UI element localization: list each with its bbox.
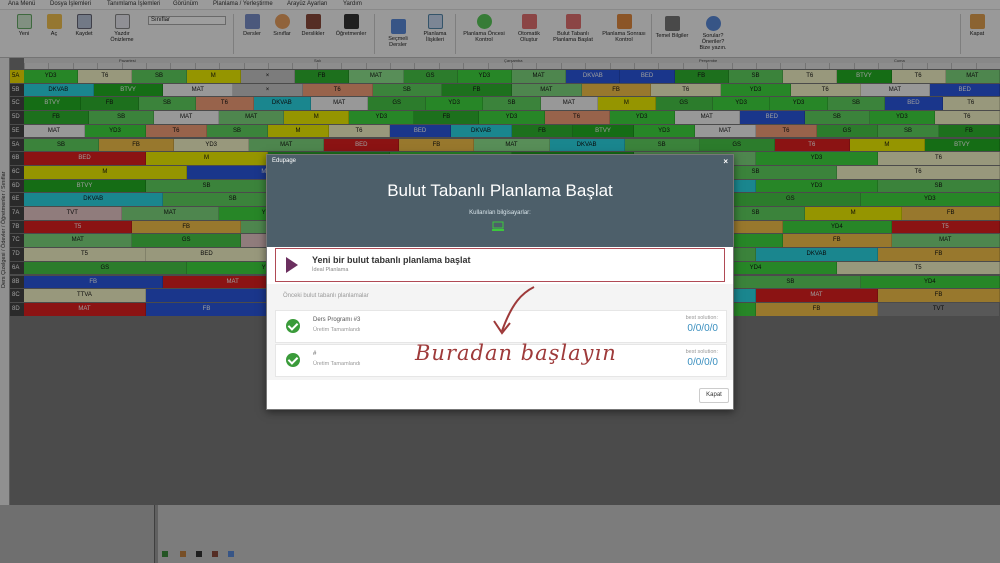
dialog-app-name: Edupage [272, 158, 297, 164]
annotation-text: Buradan başlayın [415, 341, 617, 365]
close-icon[interactable]: × [723, 157, 728, 166]
dialog-title: Bulut Tabanlı Planlama Başlat [387, 181, 613, 200]
annotation-arrow-icon [493, 286, 535, 335]
computers-label: Kullanılan bilgisayarlar: [469, 210, 531, 216]
best-solution-value: 0/0/0/0 [687, 323, 718, 334]
cloud-planning-dialog: Edupage × Bulut Tabanlı Planlama Başlat … [266, 154, 734, 410]
check-circle-icon [286, 353, 300, 367]
close-button[interactable]: Kapat [699, 388, 729, 403]
new-cloud-planning-button[interactable]: Yeni bir bulut tabanlı planlama başlat İ… [275, 248, 725, 282]
new-planning-subtitle: İdeal Planlama [312, 267, 349, 273]
dialog-header: Edupage × Bulut Tabanlı Planlama Başlat … [267, 155, 733, 247]
check-circle-icon [286, 319, 300, 333]
best-solution-label: best solution: [685, 349, 718, 355]
play-icon [286, 257, 298, 273]
best-solution-label: best solution: [685, 315, 718, 321]
best-solution-value: 0/0/0/0 [687, 357, 718, 368]
planning-status: Üretim Tamamlandı [313, 361, 361, 367]
previous-plannings-label: Önceki bulut tabanlı planlamalar [283, 293, 369, 299]
new-planning-title: Yeni bir bulut tabanlı planlama başlat [312, 255, 471, 265]
computer-icon [492, 221, 504, 231]
planning-name: # [313, 351, 317, 357]
planning-name: Ders Programı #3 [313, 317, 361, 323]
planning-status: Üretim Tamamlandı [313, 327, 361, 333]
